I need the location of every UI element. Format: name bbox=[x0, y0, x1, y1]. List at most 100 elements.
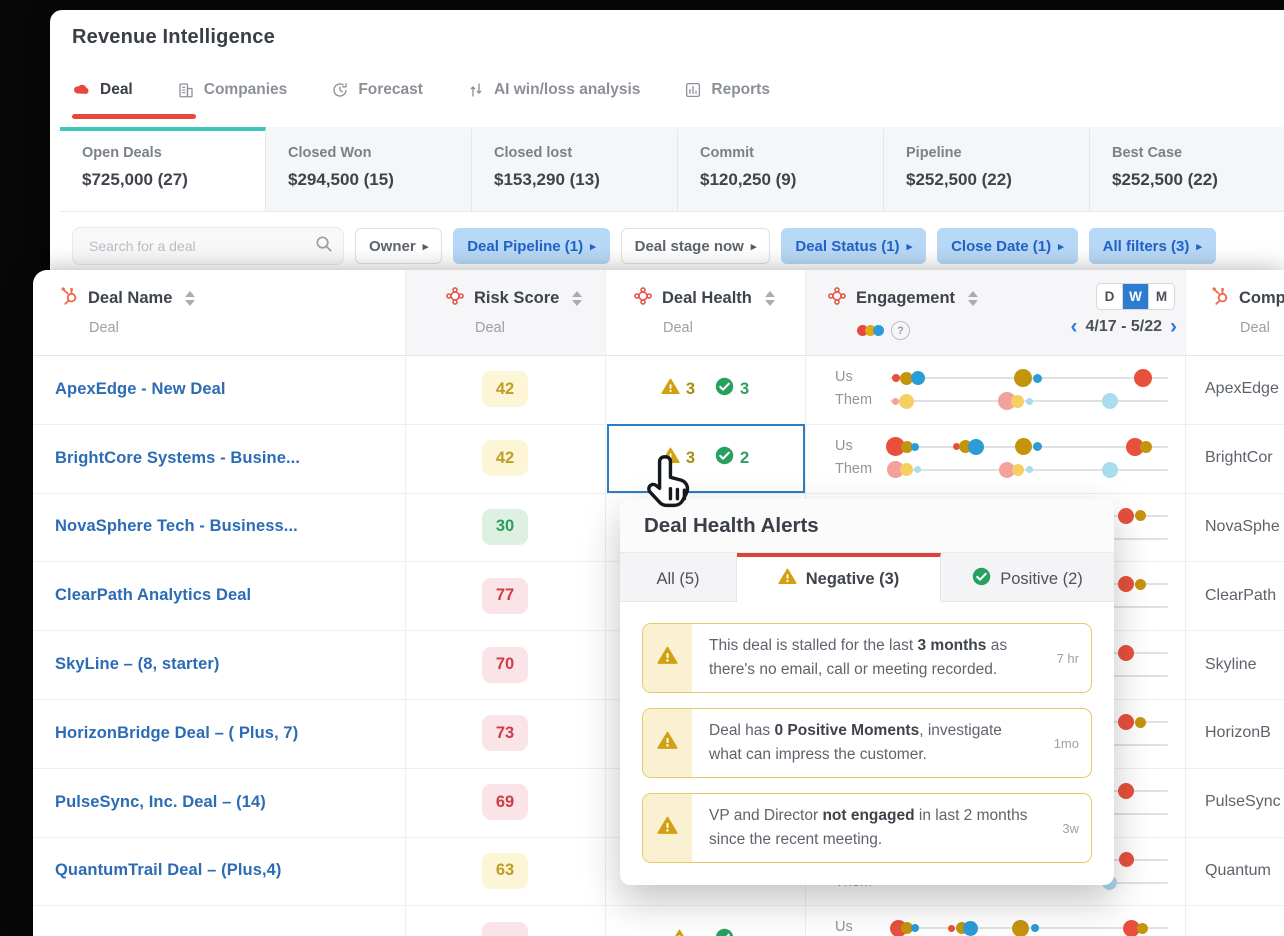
check-icon bbox=[715, 928, 734, 936]
filter-chip-close-date-1[interactable]: Close Date (1) ▸ bbox=[937, 228, 1078, 264]
summary-card-closed-lost[interactable]: Closed lost $153,290 (13) bbox=[472, 127, 678, 211]
filter-chip-owner[interactable]: Owner ▸ bbox=[355, 228, 443, 264]
deal-name-link[interactable]: ClearPath Analytics Deal bbox=[55, 561, 251, 630]
deal-name-link[interactable]: QuantumTrail Deal – (Plus,4) bbox=[55, 837, 282, 906]
column-title: Risk Score bbox=[474, 289, 560, 307]
summary-card-pipeline[interactable]: Pipeline $252,500 (22) bbox=[884, 127, 1090, 211]
help-icon[interactable]: ? bbox=[891, 321, 910, 340]
positive-count: 3 bbox=[740, 379, 750, 398]
deal-name-link[interactable]: PulseSync, Inc. Deal – (14) bbox=[55, 768, 266, 837]
card-label: Open Deals bbox=[82, 145, 162, 161]
search-icon bbox=[314, 234, 333, 258]
warning-icon bbox=[661, 377, 680, 401]
column-header-deal-name[interactable]: Deal Name Deal bbox=[33, 270, 405, 355]
deal-name-link[interactable]: HorizonBridge Deal – ( Plus, 7) bbox=[55, 699, 298, 768]
company-deal-name: Quantum bbox=[1205, 861, 1271, 879]
column-header-company[interactable]: Comp Deal bbox=[1185, 270, 1284, 355]
column-header-engagement[interactable]: Engagement ? DWM ‹ 4/17 - 5/22 › bbox=[805, 270, 1185, 355]
tab-forecast[interactable]: Forecast bbox=[331, 81, 423, 99]
period-toggle: DWM bbox=[1096, 283, 1175, 310]
engagement-dot bbox=[1139, 440, 1152, 453]
tab-companies[interactable]: Companies bbox=[177, 80, 288, 99]
column-title: Comp bbox=[1239, 289, 1284, 307]
popup-tab-positive-2[interactable]: Positive (2) bbox=[941, 553, 1114, 602]
risk-score-cell: 70 bbox=[405, 630, 605, 699]
engagement-dot bbox=[911, 442, 920, 451]
chip-label: All filters (3) bbox=[1102, 237, 1190, 255]
popup-tab-all-5[interactable]: All (5) bbox=[620, 553, 737, 602]
risk-score-badge bbox=[482, 921, 528, 936]
summary-card-commit[interactable]: Commit $120,250 (9) bbox=[678, 127, 884, 211]
warning-icon bbox=[657, 645, 678, 671]
chevron-left-icon[interactable]: ‹ bbox=[1071, 316, 1078, 337]
alert-timestamp: 7 hr bbox=[1056, 650, 1079, 666]
period-d-button[interactable]: D bbox=[1097, 284, 1123, 309]
filter-chip-deal-stage-now[interactable]: Deal stage now ▸ bbox=[620, 228, 771, 264]
alert-item: This deal is stalled for the last 3 mont… bbox=[642, 623, 1092, 694]
engagement-dot bbox=[1011, 394, 1025, 408]
tab-label: Companies bbox=[203, 80, 288, 98]
risk-score-cell: 42 bbox=[405, 424, 605, 493]
sort-toggle[interactable] bbox=[764, 291, 775, 306]
tab-deal[interactable]: Deal bbox=[72, 80, 133, 99]
summary-card-closed-won[interactable]: Closed Won $294,500 (15) bbox=[266, 127, 472, 211]
them-timeline bbox=[890, 392, 1168, 410]
engagement-dot bbox=[1134, 716, 1146, 728]
deal-health-alerts-popup: Deal Health Alerts All (5) Negative (3) Po… bbox=[620, 499, 1114, 886]
tab-ai-win-loss-analysis[interactable]: AI win/loss analysis bbox=[467, 81, 640, 99]
deal-name-link[interactable]: SkyLine – (8, starter) bbox=[55, 630, 220, 699]
column-header-risk-score[interactable]: Risk Score Deal bbox=[405, 270, 605, 355]
period-m-button[interactable]: M bbox=[1149, 284, 1174, 309]
card-value: $252,500 (22) bbox=[1112, 170, 1218, 189]
deal-name-link[interactable]: NovaSphere Tech - Business... bbox=[55, 493, 298, 562]
deal-name-link[interactable]: ApexEdge - New Deal bbox=[55, 355, 226, 424]
companies-icon bbox=[177, 81, 195, 99]
search-input[interactable] bbox=[87, 237, 314, 255]
chevron-right-icon: ▸ bbox=[422, 240, 429, 253]
us-timeline bbox=[886, 437, 1168, 457]
tab-label: Reports bbox=[711, 80, 770, 98]
deal-health-cell[interactable]: 33 bbox=[605, 355, 805, 424]
date-range-nav: ‹ 4/17 - 5/22 › bbox=[1071, 316, 1178, 337]
popup-tab-negative-3[interactable]: Negative (3) bbox=[737, 553, 941, 602]
engagement-dot bbox=[1118, 507, 1135, 524]
risk-score-badge: 77 bbox=[482, 577, 528, 614]
chevron-right-icon: ▸ bbox=[590, 240, 596, 253]
risk-score-cell bbox=[405, 905, 605, 936]
sort-toggle[interactable] bbox=[572, 291, 583, 306]
alert-severity-stripe bbox=[643, 709, 692, 778]
risk-score-badge: 42 bbox=[482, 440, 528, 477]
us-label: Us bbox=[835, 919, 853, 936]
engagement-dot bbox=[1118, 782, 1135, 799]
alert-timestamp: 1mo bbox=[1053, 735, 1079, 751]
filter-chip-deal-pipeline-1[interactable]: Deal Pipeline (1) ▸ bbox=[453, 228, 610, 264]
risk-score-cell: 63 bbox=[405, 837, 605, 906]
alert-message: Deal has 0 Positive Moments, investigate… bbox=[709, 722, 1002, 764]
deal-search[interactable] bbox=[72, 227, 344, 265]
period-w-button[interactable]: W bbox=[1123, 284, 1149, 309]
filter-bar: Owner▸ Deal Pipeline (1)▸ Deal stage now▸ D… bbox=[72, 222, 1216, 270]
negative-count: 3 bbox=[685, 379, 695, 398]
filter-chip-deal-status-1[interactable]: Deal Status (1) ▸ bbox=[781, 228, 927, 264]
filter-chips: Owner ▸ Deal Pipeline (1) ▸ Deal stage now ▸ D… bbox=[355, 228, 1216, 264]
column-subtitle: Deal bbox=[89, 320, 119, 336]
company-deal-name: PulseSync bbox=[1205, 793, 1281, 811]
engagement-dot bbox=[1014, 369, 1033, 387]
chevron-right-icon[interactable]: › bbox=[1170, 316, 1177, 337]
company-deal-name: ClearPath bbox=[1205, 586, 1277, 604]
summary-card-best-case[interactable]: Best Case $252,500 (22) bbox=[1090, 127, 1284, 211]
card-value: $153,290 (13) bbox=[494, 170, 600, 189]
popup-tab-label: All (5) bbox=[656, 569, 700, 588]
filter-chip-all-filters-3[interactable]: All filters (3) ▸ bbox=[1088, 228, 1216, 264]
tab-reports[interactable]: Reports bbox=[684, 81, 770, 99]
deal-name-link[interactable]: BrightCore Systems - Busine... bbox=[55, 424, 300, 493]
sort-toggle[interactable] bbox=[185, 291, 196, 306]
reports-icon bbox=[684, 81, 702, 99]
sort-toggle[interactable] bbox=[968, 291, 979, 306]
card-value: $294,500 (15) bbox=[288, 170, 394, 189]
summary-card-open-deals[interactable]: Open Deals $725,000 (27) bbox=[60, 127, 266, 211]
engagement-cell: Us Them bbox=[805, 355, 1185, 424]
column-header-deal-health[interactable]: Deal Health Deal bbox=[605, 270, 805, 355]
deal-health-cell[interactable] bbox=[605, 905, 805, 936]
selected-deal-health-cell[interactable] bbox=[607, 423, 805, 493]
